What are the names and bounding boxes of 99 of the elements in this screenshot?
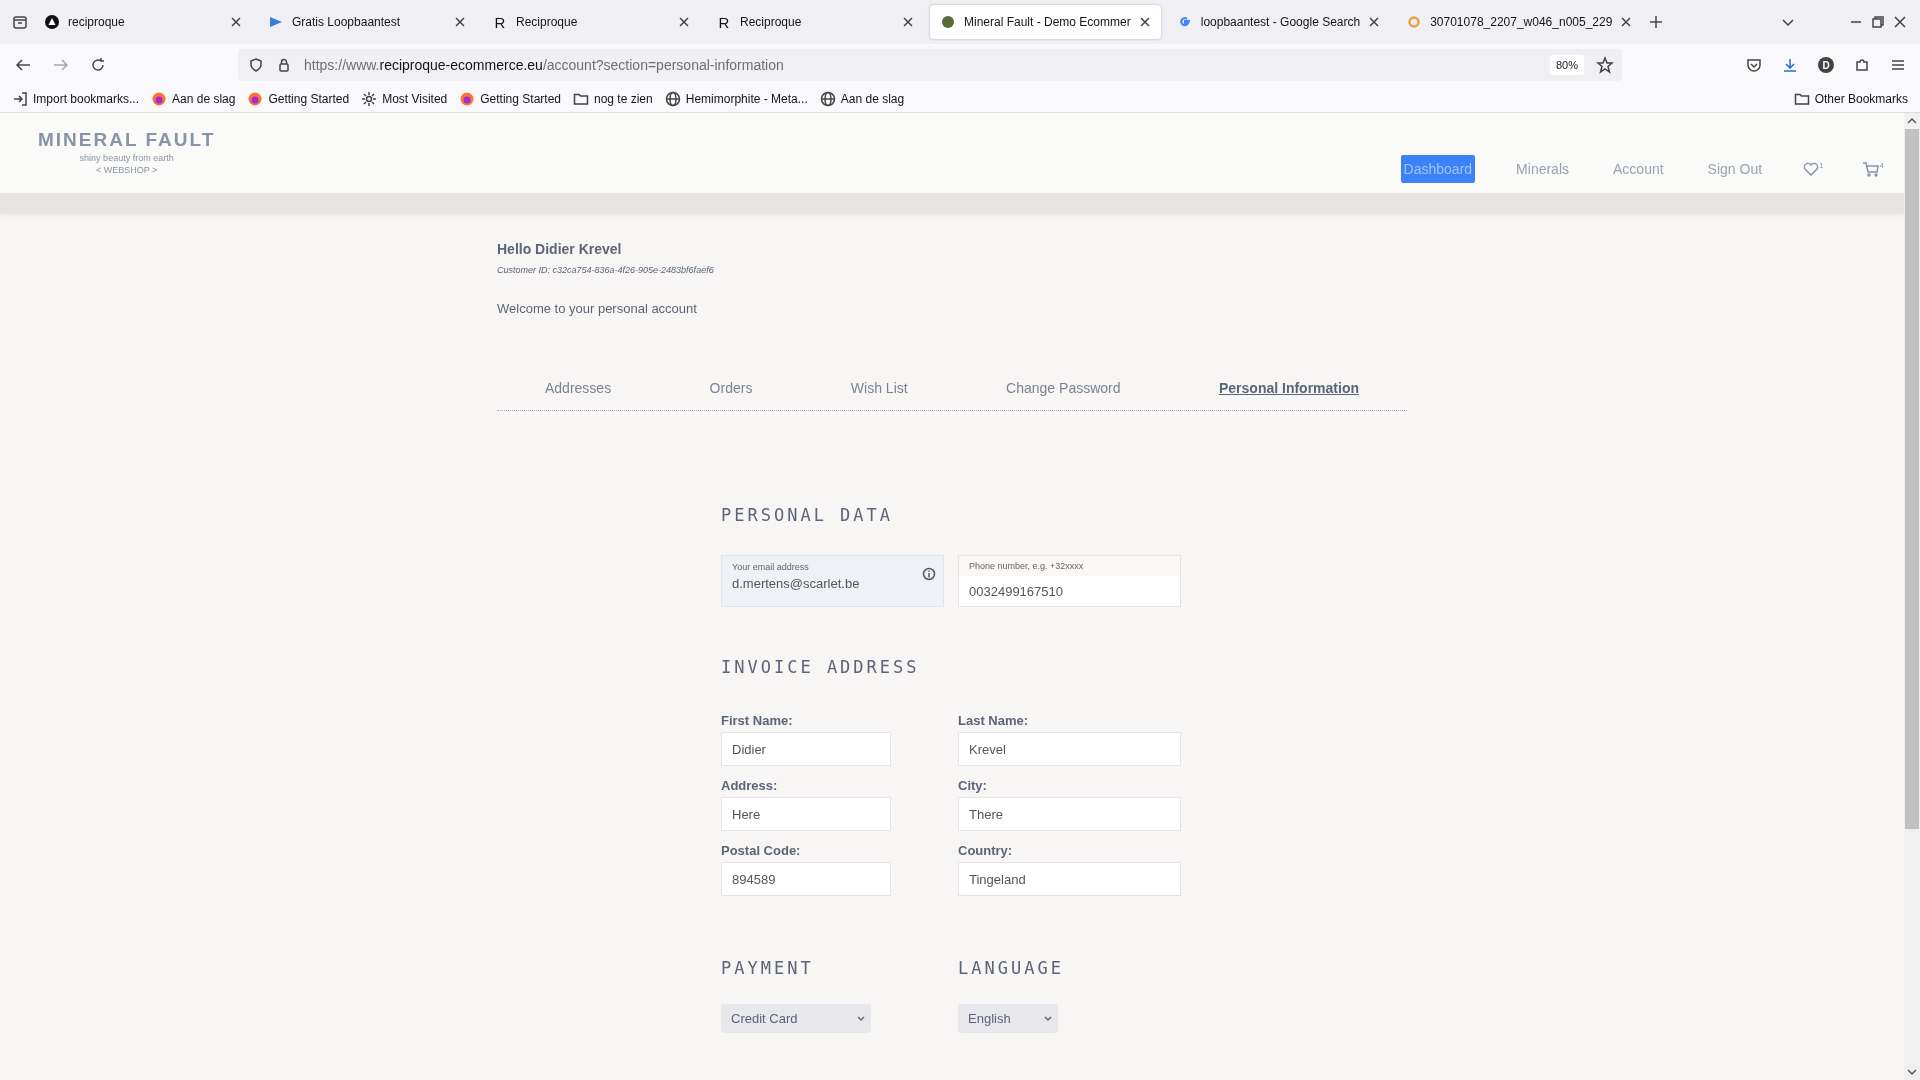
address-field[interactable]: https://www.reciproque-ecommerce.eu/account?section=personal-information <box>304 57 784 73</box>
field-label: Address: <box>721 778 779 793</box>
tagline: < WEBSHOP > <box>95 165 158 175</box>
pocket-icon[interactable] <box>1746 57 1762 73</box>
select-dropdown[interactable]: Credit Card <box>721 1004 871 1033</box>
text-input[interactable]: Didier <box>721 732 891 766</box>
close-icon[interactable] <box>1620 16 1633 28</box>
field-label: First Name: <box>721 713 794 728</box>
shield-icon[interactable] <box>248 57 264 73</box>
tab-title[interactable]: reciproque <box>68 15 222 29</box>
browser-tab[interactable]: R Reciproque <box>482 5 700 39</box>
reload-icon[interactable] <box>90 57 106 73</box>
lock-icon[interactable] <box>276 57 292 73</box>
globe-icon <box>664 91 681 107</box>
browser-logo-icon <box>459 91 476 107</box>
scroll-up-icon[interactable] <box>1907 117 1917 125</box>
browser-tab[interactable]: R Reciproque <box>706 5 924 39</box>
letter-logo-icon: R <box>492 13 508 31</box>
field-label: Postal Code: <box>721 843 802 858</box>
browser-logo-icon <box>151 91 168 107</box>
phone-field[interactable]: Phone number, e.g. +32xxxx 0032499167510 <box>958 555 1181 607</box>
browser-tab[interactable]: loopbaantest - Google Search <box>1166 5 1391 39</box>
close-icon[interactable] <box>454 16 466 28</box>
greeting: Hello Didier Krevel <box>497 241 623 257</box>
zoom-level[interactable]: 80% <box>1549 55 1584 75</box>
close-icon[interactable] <box>230 16 242 28</box>
close-icon[interactable] <box>902 16 914 28</box>
browser-tab[interactable]: Gratis Loopbaantest <box>258 5 476 39</box>
browser-tab[interactable]: Mineral Fault - Demo Ecommer <box>930 5 1161 39</box>
select-dropdown[interactable]: English <box>958 1004 1058 1033</box>
scroll-down-icon[interactable] <box>1907 1068 1917 1076</box>
field-label: Country: <box>958 843 1014 858</box>
close-icon[interactable] <box>678 16 690 28</box>
section-heading: LANGUAGE <box>958 958 1065 978</box>
cart-count: 4 <box>1879 161 1884 170</box>
account-tab[interactable]: Orders <box>709 380 753 396</box>
tab-title[interactable]: Reciproque <box>516 15 670 29</box>
gem-icon[interactable] <box>940 14 956 30</box>
close-icon[interactable] <box>1892 14 1908 30</box>
triangle-logo-icon[interactable] <box>44 14 60 30</box>
section-heading: PERSONAL DATA <box>721 505 895 525</box>
folder-icon <box>573 91 589 107</box>
text-input[interactable]: Tingeland <box>958 862 1181 896</box>
bookmark[interactable]: Aan de slag <box>151 91 236 107</box>
bookmark[interactable]: Hemimorphite - Meta... <box>664 91 808 107</box>
tab-title[interactable]: 30701078_2207_w046_n005_229 <box>1430 15 1613 29</box>
scrollbar-thumb[interactable] <box>1905 129 1919 829</box>
account-tab[interactable]: Wish List <box>850 380 908 396</box>
section-heading: PAYMENT <box>721 958 815 978</box>
profile-avatar[interactable]: D <box>1818 57 1834 73</box>
info-icon <box>922 567 936 581</box>
menu-icon[interactable] <box>1890 57 1906 73</box>
close-icon[interactable] <box>1368 16 1381 28</box>
text-input[interactable]: Here <box>721 797 891 831</box>
field-label: City: <box>958 778 988 793</box>
account-tab[interactable]: Change Password <box>1006 380 1121 396</box>
back-icon[interactable] <box>14 57 32 73</box>
bookmark[interactable]: Aan de slag <box>819 91 905 107</box>
customer-id: Customer ID: c32ca754-836a-4f26-905e-2483bf6faef6 <box>497 265 715 275</box>
close-icon[interactable] <box>1138 16 1151 28</box>
browser-tab[interactable]: reciproque <box>34 5 252 39</box>
cart-icon[interactable] <box>1861 161 1880 177</box>
bookmark[interactable]: Getting Started <box>247 91 350 107</box>
text-input[interactable]: There <box>958 797 1181 831</box>
field-label: Last Name: <box>958 713 1030 728</box>
extension-icon[interactable] <box>1854 57 1870 73</box>
new-tab-icon[interactable] <box>1648 14 1665 30</box>
tab-title[interactable]: loopbaantest - Google Search <box>1200 15 1361 29</box>
tab-title[interactable]: Reciproque <box>740 15 894 29</box>
gear-icon <box>361 91 378 107</box>
restore-icon[interactable] <box>1870 14 1886 30</box>
text-input[interactable]: Krevel <box>958 732 1181 766</box>
chevron-down-icon <box>1044 1015 1052 1022</box>
globe-icon <box>819 91 836 107</box>
bookmark[interactable]: Other Bookmarks <box>1793 91 1908 107</box>
arrow-logo-icon[interactable] <box>268 14 284 30</box>
tab-title[interactable]: Mineral Fault - Demo Ecommer <box>964 15 1131 29</box>
section-heading: INVOICE ADDRESS <box>721 657 921 677</box>
text-input[interactable]: 894589 <box>721 862 891 896</box>
tagline: shiny beauty from earth <box>79 153 174 163</box>
wishlist-count: 1 <box>1819 161 1824 170</box>
bookmark[interactable]: nog te zien <box>573 91 653 107</box>
account-tab[interactable]: Personal Information <box>1218 380 1359 396</box>
tab-title[interactable]: Gratis Loopbaantest <box>292 15 446 29</box>
tab-list-icon[interactable] <box>12 14 28 30</box>
heart-icon[interactable] <box>1803 161 1820 177</box>
import-icon <box>12 91 28 107</box>
welcome-text: Welcome to your personal account <box>497 301 698 316</box>
chevron-down-icon <box>857 1015 865 1022</box>
browser-logo-icon <box>247 91 264 107</box>
browser-tab[interactable]: 30701078_2207_w046_n005_229 <box>1396 5 1643 39</box>
letter-logo-icon: R <box>716 13 732 31</box>
bookmark[interactable]: Most Visited <box>361 91 448 107</box>
bookmark[interactable]: Getting Started <box>459 91 561 107</box>
folder-icon <box>1793 91 1810 107</box>
bookmark[interactable]: Import bookmarks... <box>12 91 140 107</box>
star-icon[interactable] <box>1596 56 1614 74</box>
account-tab[interactable]: Addresses <box>545 380 612 396</box>
download-icon[interactable] <box>1782 57 1798 73</box>
